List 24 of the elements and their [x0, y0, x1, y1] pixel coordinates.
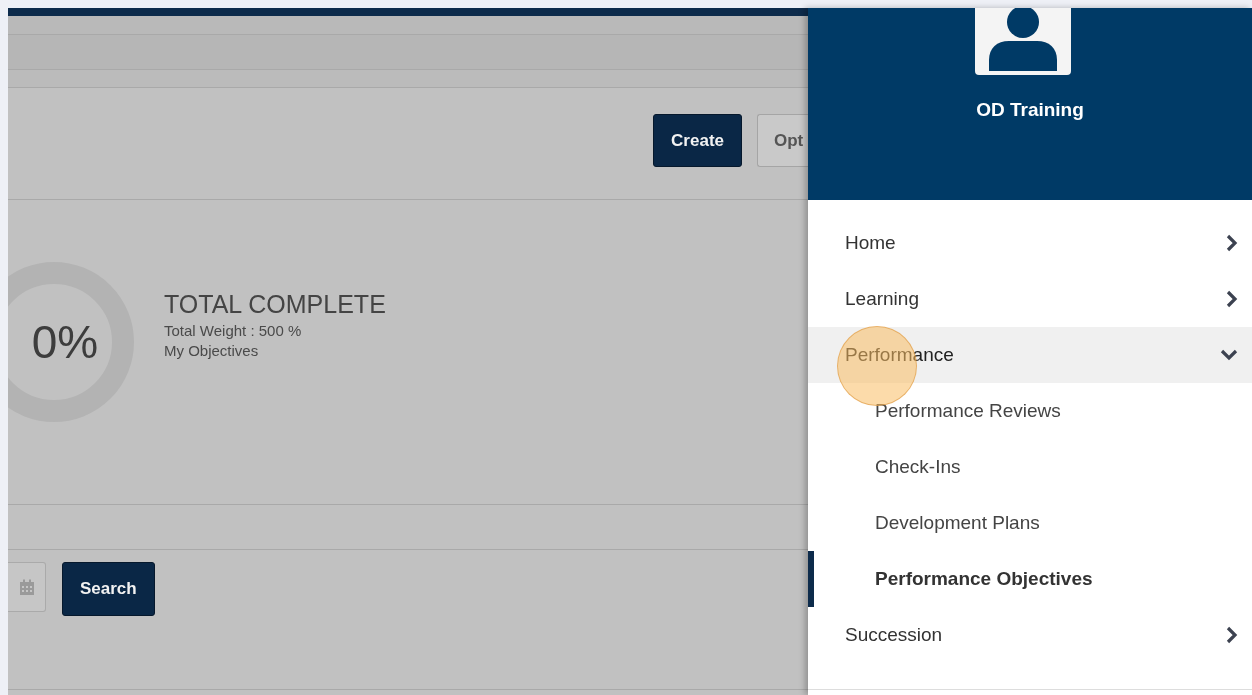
menu-label: Home — [845, 232, 896, 254]
objectives-label: My Objectives — [164, 341, 259, 359]
user-name: OD Training — [976, 99, 1084, 121]
submenu-item[interactable]: Check-Ins — [808, 439, 1252, 495]
calendar-icon — [18, 578, 35, 596]
total-weight: Total Weight : 500 % — [164, 321, 302, 339]
summary-title: TOTAL COMPLETE — [164, 289, 386, 319]
chevron-right-icon — [1226, 626, 1238, 644]
submenu-item[interactable]: Performance Reviews — [808, 383, 1252, 439]
menu-label: Learning — [845, 288, 919, 310]
percent-complete: 0% — [31, 316, 99, 368]
menu-label: Succession — [845, 624, 943, 646]
chevron-down-icon — [1220, 349, 1238, 361]
create-button[interactable]: Create — [653, 114, 742, 167]
options-button[interactable]: Opt — [757, 114, 808, 167]
chevron-right-icon — [1226, 234, 1238, 252]
menu-item[interactable]: Succession — [808, 607, 1252, 663]
calendar-button[interactable] — [8, 562, 46, 612]
menu-item[interactable]: Learning — [808, 271, 1252, 327]
menu-item[interactable]: Home — [808, 215, 1252, 271]
search-button[interactable]: Search — [62, 562, 155, 616]
chevron-right-icon — [1226, 290, 1238, 308]
submenu-item[interactable]: Development Plans — [808, 495, 1252, 551]
submenu-item[interactable]: Performance Objectives — [808, 551, 1252, 607]
